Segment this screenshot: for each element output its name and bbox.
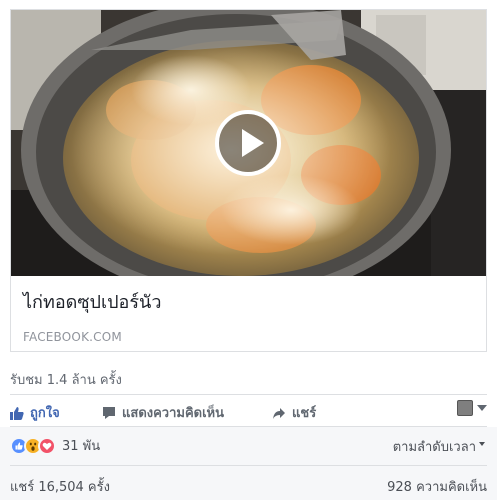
- action-bar: ถูกใจ แสดงความคิดเห็น แชร์: [10, 396, 487, 426]
- divider: [10, 394, 487, 395]
- link-domain: FACEBOOK.COM: [23, 330, 122, 344]
- audience-selector[interactable]: [457, 400, 487, 416]
- shared-link-card[interactable]: ไก่ทอดซุปเปอร์นัว FACEBOOK.COM: [10, 9, 487, 352]
- video-thumbnail[interactable]: [11, 10, 486, 276]
- reaction-summary[interactable]: 31 พัน: [10, 435, 100, 456]
- sort-label: ตามลำดับเวลา: [392, 440, 476, 455]
- avatar: [457, 400, 473, 416]
- chevron-down-icon: [479, 441, 485, 446]
- divider: [10, 465, 487, 466]
- love-reaction-icon: [38, 436, 56, 455]
- like-button[interactable]: ถูกใจ: [10, 402, 60, 423]
- like-label: ถูกใจ: [30, 406, 60, 421]
- comment-label: แสดงความคิดเห็น: [122, 406, 225, 421]
- comment-icon: [103, 406, 115, 419]
- chevron-down-icon: [477, 405, 487, 411]
- comment-sort-selector[interactable]: ตามลำดับเวลา: [393, 436, 485, 457]
- share-label: แชร์: [292, 406, 317, 421]
- reaction-count[interactable]: 31 พัน: [62, 435, 100, 456]
- comment-count[interactable]: 928 ความคิดเห็น: [387, 476, 487, 497]
- play-icon[interactable]: [215, 110, 281, 176]
- share-count[interactable]: แชร์ 16,504 ครั้ง: [10, 476, 110, 497]
- comment-button[interactable]: แสดงความคิดเห็น: [102, 402, 224, 423]
- view-count: รับชม 1.4 ล้าน ครั้ง: [10, 373, 122, 388]
- reactions-section: 31 พัน ตามลำดับเวลา แชร์ 16,504 ครั้ง 92…: [0, 427, 497, 500]
- thumbs-up-icon: [10, 406, 24, 420]
- link-title[interactable]: ไก่ทอดซุปเปอร์นัว: [23, 287, 161, 316]
- share-arrow-icon: [273, 407, 285, 419]
- share-button[interactable]: แชร์: [272, 402, 316, 423]
